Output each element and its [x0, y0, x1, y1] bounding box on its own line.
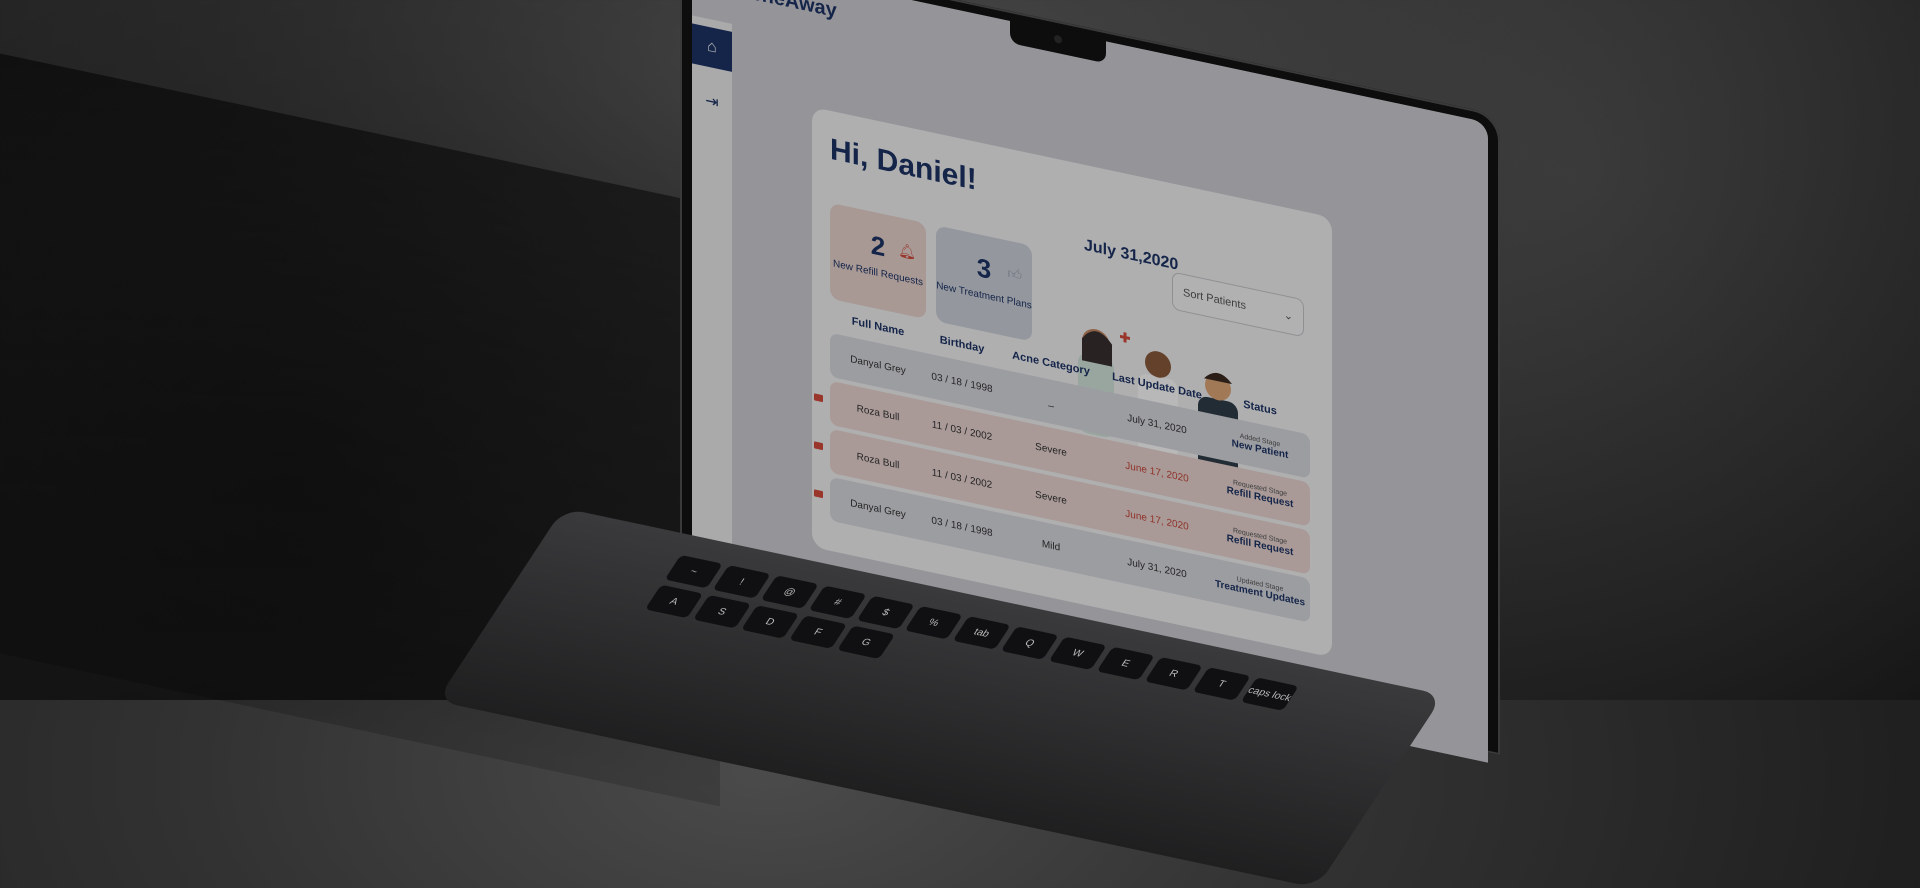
key[interactable]: E	[1096, 646, 1155, 681]
refill-requests-card[interactable]: 2 New Refill Requests 🔔︎	[830, 202, 926, 320]
key[interactable]: R	[1144, 656, 1203, 691]
cell-status: Updated Stage Treatment Updates	[1210, 571, 1310, 610]
message-icon[interactable]	[814, 441, 823, 451]
key[interactable]: F	[789, 615, 848, 649]
bell-icon: 🔔︎	[898, 241, 916, 262]
camera-icon	[1054, 34, 1062, 45]
key[interactable]: @	[760, 575, 819, 609]
cell-status: Requested Stage Refill Request	[1210, 523, 1310, 562]
cell-category: Severe	[1035, 440, 1067, 459]
laptop: AcneAway ⌂ ⇥ Hi, Daniel! July 31,2020 So…	[436, 0, 1500, 888]
key[interactable]: T	[1192, 667, 1251, 701]
key[interactable]: ~	[664, 554, 723, 589]
home-icon: ⌂	[707, 37, 717, 57]
sort-patients-dropdown[interactable]: Sort Patients ⌄	[1172, 271, 1304, 338]
key[interactable]: %	[904, 605, 963, 640]
key[interactable]: D	[741, 605, 800, 639]
cell-name: Roza Bull	[856, 402, 900, 423]
cell-birthday: 03 / 18 / 1998	[931, 514, 993, 539]
cell-date: June 17, 2020	[1125, 460, 1189, 485]
key[interactable]: A	[645, 584, 704, 619]
cell-name: Danyal Grey	[850, 497, 906, 521]
col-birthday[interactable]: Birthday	[926, 331, 998, 358]
sort-label: Sort Patients	[1183, 286, 1246, 313]
key[interactable]: S	[693, 594, 752, 629]
logout-icon: ⇥	[705, 92, 719, 113]
cell-birthday: 11 / 03 / 2002	[931, 418, 993, 443]
cell-date: July 31, 2020	[1127, 556, 1187, 581]
key[interactable]: tab	[952, 616, 1011, 650]
key[interactable]: caps lock	[1240, 677, 1299, 711]
key[interactable]: G	[837, 625, 896, 660]
cell-category: Severe	[1035, 488, 1067, 507]
key[interactable]: W	[1048, 636, 1107, 671]
cell-category: _	[1048, 395, 1054, 408]
treatment-plans-card[interactable]: 3 New Treatment Plans 👍︎	[936, 225, 1032, 342]
cell-date: July 31, 2020	[1127, 412, 1187, 437]
nav-logout-button[interactable]: ⇥	[692, 77, 732, 126]
app-name: AcneAway	[736, 0, 837, 23]
cell-category: Mild	[1041, 538, 1061, 554]
nav-home-button[interactable]: ⌂	[692, 23, 732, 72]
cell-name: Roza Bull	[856, 450, 900, 471]
key[interactable]: Q	[1000, 626, 1059, 660]
key[interactable]: #	[808, 585, 867, 620]
message-icon[interactable]	[814, 393, 823, 403]
key[interactable]: $	[856, 595, 915, 630]
chevron-down-icon: ⌄	[1283, 308, 1293, 323]
page-title: Hi, Daniel!	[830, 132, 977, 197]
sidebar: ⌂ ⇥	[692, 15, 732, 584]
cell-birthday: 03 / 18 / 1998	[931, 370, 993, 395]
dashboard-card: Hi, Daniel! July 31,2020 Sort Patients ⌄…	[812, 106, 1332, 658]
key[interactable]: !	[712, 565, 771, 599]
app-logo[interactable]: AcneAway	[708, 0, 837, 23]
cell-birthday: 11 / 03 / 2002	[931, 466, 993, 491]
thumbs-up-icon: 👍︎	[1007, 264, 1022, 284]
cell-name: Danyal Grey	[850, 353, 906, 377]
current-date: July 31,2020	[1084, 236, 1179, 274]
cell-status: Added Stage New Patient	[1210, 427, 1310, 466]
cell-status: Requested Stage Refill Request	[1210, 475, 1310, 514]
cell-date: June 17, 2020	[1125, 508, 1189, 533]
message-icon[interactable]	[814, 489, 823, 499]
